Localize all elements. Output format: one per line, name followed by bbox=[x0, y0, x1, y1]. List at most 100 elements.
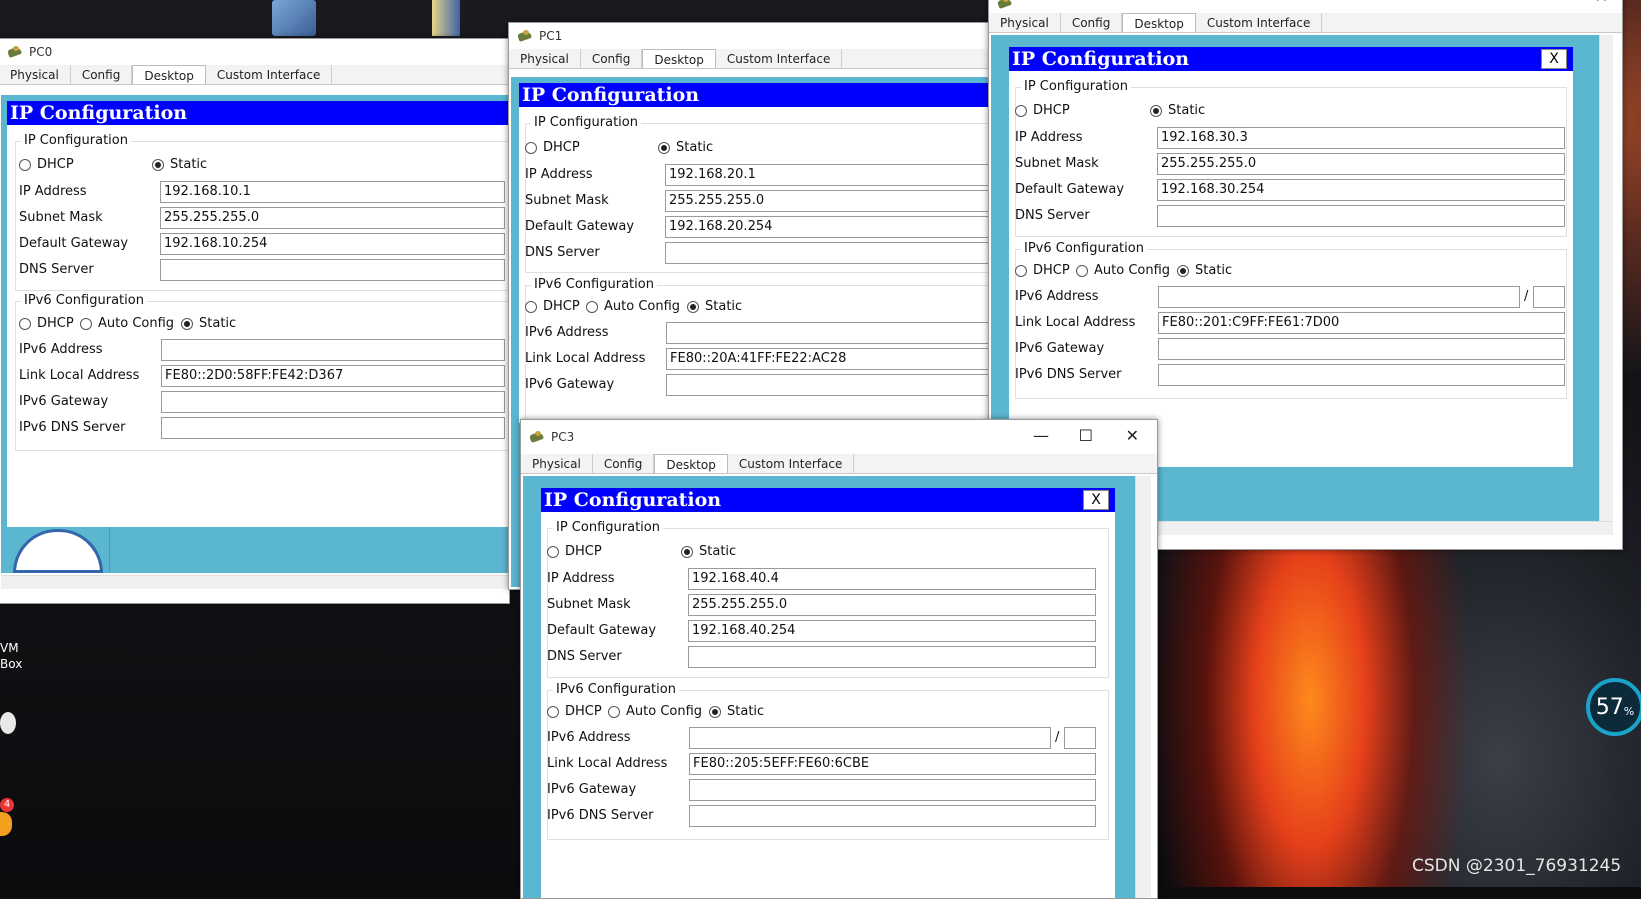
minimize-button[interactable]: — bbox=[1033, 426, 1049, 445]
dhcp-radio[interactable]: DHCP bbox=[19, 157, 74, 172]
radio-dot bbox=[608, 705, 620, 718]
ipv6-dns-field[interactable] bbox=[161, 417, 505, 439]
close-window-button[interactable]: ✕ bbox=[1595, 0, 1608, 6]
pc3-titlebar[interactable]: PC3 — ☐ ✕ bbox=[521, 420, 1157, 454]
dhcp-radio[interactable]: DHCP bbox=[1015, 103, 1070, 118]
pc2-horizontal-scrollbar[interactable] bbox=[1153, 521, 1613, 535]
ipv6-dns-field[interactable] bbox=[1158, 364, 1565, 386]
ipv6-prefix-field[interactable] bbox=[1533, 286, 1565, 308]
dhcp-radio[interactable]: DHCP bbox=[525, 140, 580, 155]
default-gateway-field[interactable]: 192.168.30.254 bbox=[1157, 179, 1565, 201]
minimize-button[interactable]: — bbox=[1478, 0, 1494, 6]
pc2-vertical-scrollbar[interactable] bbox=[1599, 35, 1613, 521]
ipv6-dhcp-radio[interactable]: DHCP bbox=[1015, 263, 1070, 278]
ipv6-static-radio[interactable]: Static bbox=[709, 704, 764, 719]
tab-physical[interactable]: Physical bbox=[0, 65, 71, 84]
pc3-vertical-scrollbar[interactable] bbox=[1135, 476, 1151, 898]
pc0-titlebar[interactable]: PC0 bbox=[0, 39, 509, 65]
default-gateway-field[interactable]: 192.168.20.254 bbox=[665, 216, 993, 238]
static-radio[interactable]: Static bbox=[681, 544, 736, 559]
ipv6-address-field[interactable] bbox=[666, 322, 993, 344]
ipv6-auto-config-radio[interactable]: Auto Config bbox=[80, 316, 174, 331]
ipv6-static-radio[interactable]: Static bbox=[687, 299, 742, 314]
ipv6-dhcp-radio[interactable]: DHCP bbox=[547, 704, 602, 719]
ipv6-address-field[interactable] bbox=[1158, 286, 1520, 308]
tab-config[interactable]: Config bbox=[71, 65, 133, 84]
ipv6-gateway-field[interactable] bbox=[666, 374, 993, 396]
pc0-horizontal-scrollbar[interactable] bbox=[1, 575, 509, 589]
ipv6-group-title: IPv6 Configuration bbox=[531, 277, 657, 292]
performance-gauge[interactable]: 57% bbox=[1586, 678, 1641, 736]
link-local-field[interactable]: FE80::20A:41FF:FE22:AC28 bbox=[666, 348, 993, 370]
close-ip-config-button[interactable]: X bbox=[1083, 490, 1109, 510]
ipv6-auto-config-radio[interactable]: Auto Config bbox=[608, 704, 702, 719]
dns-server-field[interactable] bbox=[160, 259, 505, 281]
ipv6-gateway-field[interactable] bbox=[689, 779, 1096, 801]
ip-address-field[interactable]: 192.168.20.1 bbox=[665, 164, 993, 186]
link-local-label: Link Local Address bbox=[547, 756, 668, 771]
tab-desktop[interactable]: Desktop bbox=[654, 454, 728, 473]
tab-custom-interface[interactable]: Custom Interface bbox=[1196, 13, 1323, 32]
virtualbox-desktop-icon[interactable]: VM Box bbox=[0, 640, 30, 672]
dns-server-field[interactable] bbox=[688, 646, 1096, 668]
link-local-field[interactable]: FE80::201:C9FF:FE61:7D00 bbox=[1158, 312, 1565, 334]
ipv6-gateway-field[interactable] bbox=[1158, 338, 1565, 360]
tab-config[interactable]: Config bbox=[581, 49, 643, 68]
tab-custom-interface[interactable]: Custom Interface bbox=[206, 65, 333, 84]
ipv6-static-radio[interactable]: Static bbox=[181, 316, 236, 331]
ipv6-auto-config-radio[interactable]: Auto Config bbox=[1076, 263, 1170, 278]
pc2-titlebar[interactable]: — ✕ bbox=[989, 0, 1622, 13]
ipv6-dns-field[interactable] bbox=[689, 805, 1096, 827]
desktop-app-tile[interactable] bbox=[109, 527, 509, 573]
tab-physical[interactable]: Physical bbox=[989, 13, 1061, 32]
dhcp-radio[interactable]: DHCP bbox=[547, 544, 602, 559]
chat-desktop-icon[interactable] bbox=[0, 712, 16, 734]
close-ip-config-button[interactable]: X bbox=[1541, 49, 1567, 69]
subnet-mask-field[interactable]: 255.255.255.0 bbox=[665, 190, 993, 212]
tab-physical[interactable]: Physical bbox=[521, 454, 593, 473]
close-window-button[interactable]: ✕ bbox=[1126, 426, 1139, 445]
tab-custom-interface[interactable]: Custom Interface bbox=[716, 49, 843, 68]
default-gateway-field[interactable]: 192.168.10.254 bbox=[160, 233, 505, 255]
installer-desktop-icon[interactable] bbox=[272, 0, 316, 36]
tab-desktop[interactable]: Desktop bbox=[642, 49, 716, 68]
ip-address-field[interactable]: 192.168.10.1 bbox=[160, 181, 505, 203]
static-radio[interactable]: Static bbox=[1150, 103, 1205, 118]
ipv6-dhcp-radio[interactable]: DHCP bbox=[525, 299, 580, 314]
ipv6-gateway-field[interactable] bbox=[161, 391, 505, 413]
pc1-titlebar[interactable]: PC1 bbox=[509, 23, 993, 49]
window-title: PC1 bbox=[539, 29, 563, 43]
ipv6-auto-config-radio[interactable]: Auto Config bbox=[586, 299, 680, 314]
dns-server-field[interactable] bbox=[1157, 205, 1565, 227]
tab-desktop[interactable]: Desktop bbox=[1122, 13, 1196, 32]
tab-desktop[interactable]: Desktop bbox=[132, 65, 206, 84]
prefix-slash: / bbox=[1055, 730, 1060, 745]
tab-config[interactable]: Config bbox=[1061, 13, 1123, 32]
ipv6-static-radio[interactable]: Static bbox=[1177, 263, 1232, 278]
desktop-app-pie-icon[interactable] bbox=[13, 529, 103, 573]
tab-physical[interactable]: Physical bbox=[509, 49, 581, 68]
subnet-mask-field[interactable]: 255.255.255.0 bbox=[160, 207, 505, 229]
default-gateway-field[interactable]: 192.168.40.254 bbox=[688, 620, 1096, 642]
link-local-field[interactable]: FE80::205:5EFF:FE60:6CBE bbox=[689, 753, 1096, 775]
maximize-button[interactable]: ☐ bbox=[1079, 426, 1093, 445]
ip-address-field[interactable]: 192.168.40.4 bbox=[688, 568, 1096, 590]
ipv6-dhcp-radio[interactable]: DHCP bbox=[19, 316, 74, 331]
subnet-mask-field[interactable]: 255.255.255.0 bbox=[1157, 153, 1565, 175]
subnet-mask-field[interactable]: 255.255.255.0 bbox=[688, 594, 1096, 616]
link-local-label: Link Local Address bbox=[1015, 315, 1136, 330]
ipv6-address-field[interactable] bbox=[161, 339, 505, 361]
ipv6-address-field[interactable] bbox=[689, 727, 1051, 749]
dns-server-label: DNS Server bbox=[547, 649, 622, 664]
book-desktop-icon[interactable] bbox=[432, 0, 460, 36]
static-radio[interactable]: Static bbox=[658, 140, 713, 155]
tab-custom-interface[interactable]: Custom Interface bbox=[728, 454, 855, 473]
dns-server-field[interactable] bbox=[665, 242, 993, 264]
ipv6-prefix-field[interactable] bbox=[1064, 727, 1096, 749]
ip-address-field[interactable]: 192.168.30.3 bbox=[1157, 127, 1565, 149]
ipv6-address-label: IPv6 Address bbox=[525, 325, 609, 340]
link-local-field[interactable]: FE80::2D0:58FF:FE42:D367 bbox=[161, 365, 505, 387]
static-radio[interactable]: Static bbox=[152, 157, 207, 172]
tab-config[interactable]: Config bbox=[593, 454, 655, 473]
packet-tracer-icon bbox=[517, 29, 533, 43]
